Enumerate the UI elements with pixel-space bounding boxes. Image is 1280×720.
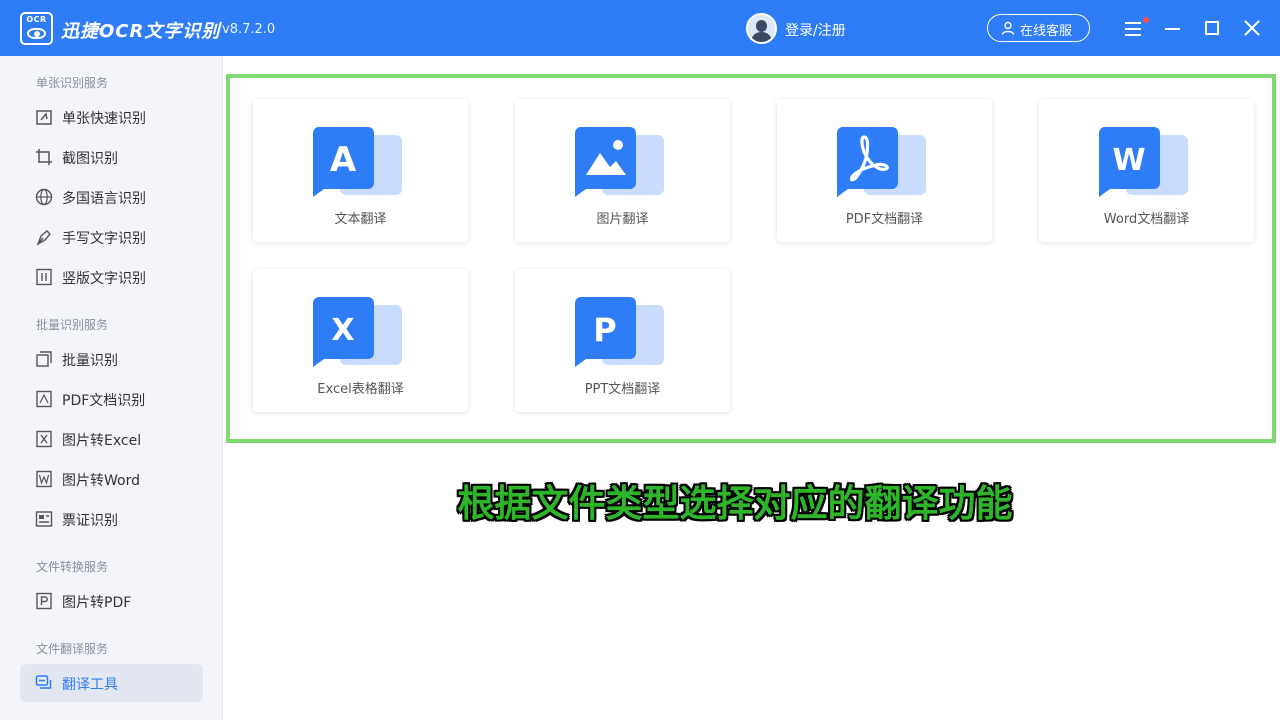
text-translate-icon: A [312, 127, 402, 197]
sidebar-item-screenshot[interactable]: 截图识别 [20, 138, 203, 176]
sidebar-item-label: 截图识别 [62, 151, 118, 167]
sidebar-item-image-to-excel[interactable]: 图片转Excel [20, 420, 203, 458]
ticket-icon [35, 511, 53, 527]
group-title-translate: 文件翻译服务 [36, 642, 109, 656]
sidebar-item-ticket[interactable]: 票证识别 [20, 500, 203, 538]
svg-text:W: W [1112, 143, 1145, 178]
globe-icon [35, 188, 53, 206]
ppt-translate-icon: P [574, 297, 664, 367]
pdf-icon [36, 390, 52, 408]
group-title-batch: 批量识别服务 [36, 318, 109, 332]
sidebar-item-label: 图片转PDF [62, 595, 132, 611]
tool-card-label: PPT文档翻译 [584, 382, 661, 397]
group-title-single: 单张识别服务 [36, 76, 109, 90]
quick-scan-icon [36, 110, 52, 125]
sidebar-item-translate-tool[interactable]: 翻译工具 [20, 664, 203, 702]
online-service-label: 在线客服 [1020, 24, 1073, 39]
menu-button[interactable] [1119, 14, 1149, 42]
sidebar: 单张识别服务 单张快速识别 截图识别 多国语言识别 手写文字识别 竖版文字识别 … [0, 56, 223, 720]
sidebar-item-quick-recognition[interactable]: 单张快速识别 [20, 98, 203, 136]
tool-card-excel-translate[interactable]: X Excel表格翻译 [253, 269, 468, 412]
excel-icon [36, 430, 52, 448]
maximize-button[interactable] [1198, 14, 1226, 42]
sidebar-item-label: PDF文档识别 [62, 393, 146, 409]
minimize-button[interactable] [1158, 14, 1186, 42]
sidebar-item-handwriting[interactable]: 手写文字识别 [20, 218, 203, 256]
title-bar: OCR 迅捷OCR文字识别 v8.7.2.0 登录/注册 在线客服 [0, 0, 1280, 56]
tool-card-label: 图片翻译 [596, 212, 649, 227]
tool-card-text-translate[interactable]: A 文本翻译 [253, 99, 468, 242]
sidebar-item-label: 多国语言识别 [62, 191, 146, 207]
svg-text:A: A [330, 140, 357, 180]
app-title: 迅捷OCR文字识别 [61, 21, 221, 42]
vertical-text-icon [36, 268, 52, 286]
notification-dot [1143, 17, 1149, 23]
sidebar-item-label: 图片转Word [62, 473, 140, 489]
tool-card-label: PDF文档翻译 [845, 212, 924, 227]
user-avatar[interactable] [746, 13, 777, 44]
group-title-convert: 文件转换服务 [36, 560, 109, 574]
word-translate-icon: W [1098, 127, 1188, 197]
pdf-convert-icon [36, 592, 52, 610]
tool-card-ppt-translate[interactable]: P PPT文档翻译 [515, 269, 730, 412]
sidebar-item-label: 竖版文字识别 [62, 271, 146, 287]
sidebar-item-pdf[interactable]: PDF文档识别 [20, 380, 203, 418]
batch-icon [36, 351, 52, 367]
sidebar-item-multilang[interactable]: 多国语言识别 [20, 178, 203, 216]
excel-translate-icon: X [312, 297, 402, 367]
sidebar-item-label: 批量识别 [62, 353, 118, 369]
person-icon [1001, 21, 1015, 35]
sidebar-item-label: 手写文字识别 [62, 231, 146, 247]
image-translate-icon [574, 127, 664, 197]
tool-card-pdf-translate[interactable]: PDF文档翻译 [777, 99, 992, 242]
sidebar-item-label: 翻译工具 [62, 677, 118, 693]
sidebar-item-batch[interactable]: 批量识别 [20, 340, 203, 378]
sidebar-item-image-to-word[interactable]: 图片转Word [20, 460, 203, 498]
tool-card-label: 文本翻译 [334, 212, 387, 227]
word-icon [36, 470, 52, 488]
translate-icon [35, 675, 52, 689]
instruction-caption: 根据文件类型选择对应的翻译功能 [457, 482, 1013, 525]
tool-card-image-translate[interactable]: 图片翻译 [515, 99, 730, 242]
close-button[interactable] [1238, 14, 1266, 42]
login-link[interactable]: 登录/注册 [785, 20, 846, 40]
tool-card-label: Word文档翻译 [1103, 212, 1190, 227]
tool-card-word-translate[interactable]: W Word文档翻译 [1039, 99, 1254, 242]
app-logo-icon: OCR [20, 12, 53, 45]
online-service-button[interactable]: 在线客服 [987, 14, 1090, 42]
tool-card-label: Excel表格翻译 [317, 382, 404, 397]
sidebar-item-vertical-text[interactable]: 竖版文字识别 [20, 258, 203, 296]
crop-icon [36, 149, 52, 165]
app-version: v8.7.2.0 [222, 22, 276, 37]
sidebar-item-label: 票证识别 [62, 513, 118, 529]
sidebar-item-label: 图片转Excel [62, 433, 142, 449]
svg-text:P: P [593, 311, 616, 349]
pen-icon [36, 230, 51, 246]
sidebar-item-image-to-pdf[interactable]: 图片转PDF [20, 582, 203, 620]
logo-text: OCR [26, 15, 47, 24]
pdf-translate-icon [836, 127, 926, 197]
sidebar-item-label: 单张快速识别 [62, 111, 146, 127]
svg-text:X: X [331, 313, 354, 348]
